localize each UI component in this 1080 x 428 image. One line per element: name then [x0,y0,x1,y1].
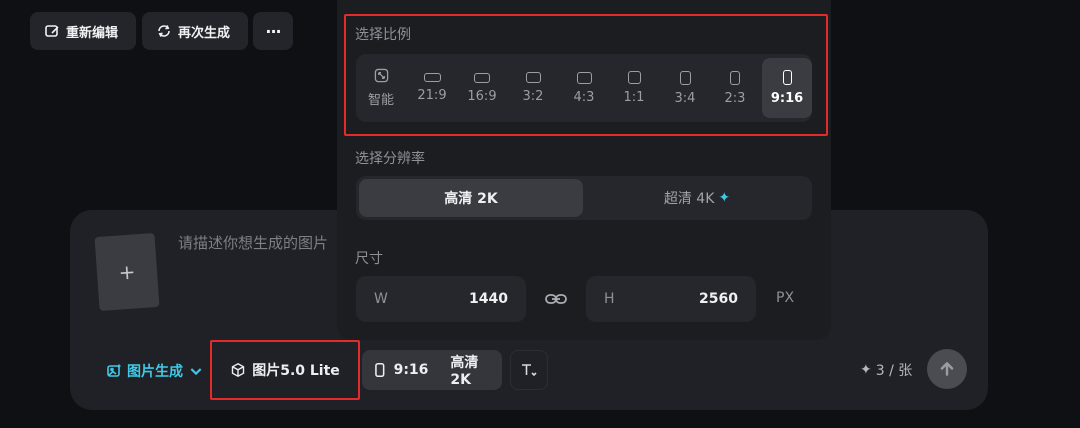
refresh-icon [158,25,170,37]
height-field[interactable]: H 2560 [586,276,756,322]
resolution-option-2k[interactable]: 高清 2K [359,179,583,217]
credit-cost-label: 3 / 张 [875,363,913,379]
edit-icon [45,25,59,37]
sparkle-icon: ✦ [860,362,872,378]
height-value: 2560 [699,291,738,307]
text-style-button[interactable] [510,350,548,390]
resolution-chip-label: 高清 2K [450,355,479,388]
ratio-highlight-box [344,14,828,136]
resolution-option-label: 超清 4K [663,191,715,207]
image-generate-icon [107,364,121,377]
width-field[interactable]: W 1440 [356,276,526,322]
prompt-input[interactable]: 请描述你想生成的图片 [178,232,328,253]
more-button[interactable]: ··· [253,12,293,50]
size-section-title: 尺寸 [355,251,383,267]
reedit-button[interactable]: 重新编辑 [30,12,136,50]
mode-dropdown[interactable]: 图片生成 [106,360,204,382]
portrait-ratio-icon [375,362,385,378]
plus-icon: + [117,259,137,285]
arrow-up-icon [940,362,954,376]
chevron-down-icon [190,368,202,376]
ratio-chip-label: 9:16 [393,362,429,378]
add-reference-image-button[interactable]: + [94,232,160,312]
reedit-label: 重新编辑 [66,25,119,41]
width-value: 1440 [469,291,508,307]
mode-label: 图片生成 [127,364,183,380]
more-icon: ··· [265,21,281,41]
resolution-option-4k[interactable]: 超清 4K ✦ [585,179,809,217]
resolution-options: 高清 2K 超清 4K ✦ [356,176,812,220]
send-button[interactable] [927,349,967,389]
link-icon[interactable] [544,289,568,309]
text-style-icon [522,364,537,377]
unit-label: PX [776,290,795,306]
width-label: W [374,291,388,307]
resolution-option-label: 高清 2K [444,191,498,207]
resolution-section-title: 选择分辨率 [355,151,425,167]
sparkle-icon: ✦ [718,190,731,206]
app-root: 重新编辑 再次生成 ··· + 请描述你想生成的图片 图片生成 图片5.0 Li… [0,0,1080,428]
model-highlight-box [210,340,360,400]
regenerate-label: 再次生成 [178,25,231,41]
regenerate-button[interactable]: 再次生成 [142,12,248,50]
height-label: H [604,291,615,307]
ratio-resolution-chip[interactable]: 9:16 高清 2K [362,350,502,390]
credit-cost: ✦ 3 / 张 [860,360,912,380]
